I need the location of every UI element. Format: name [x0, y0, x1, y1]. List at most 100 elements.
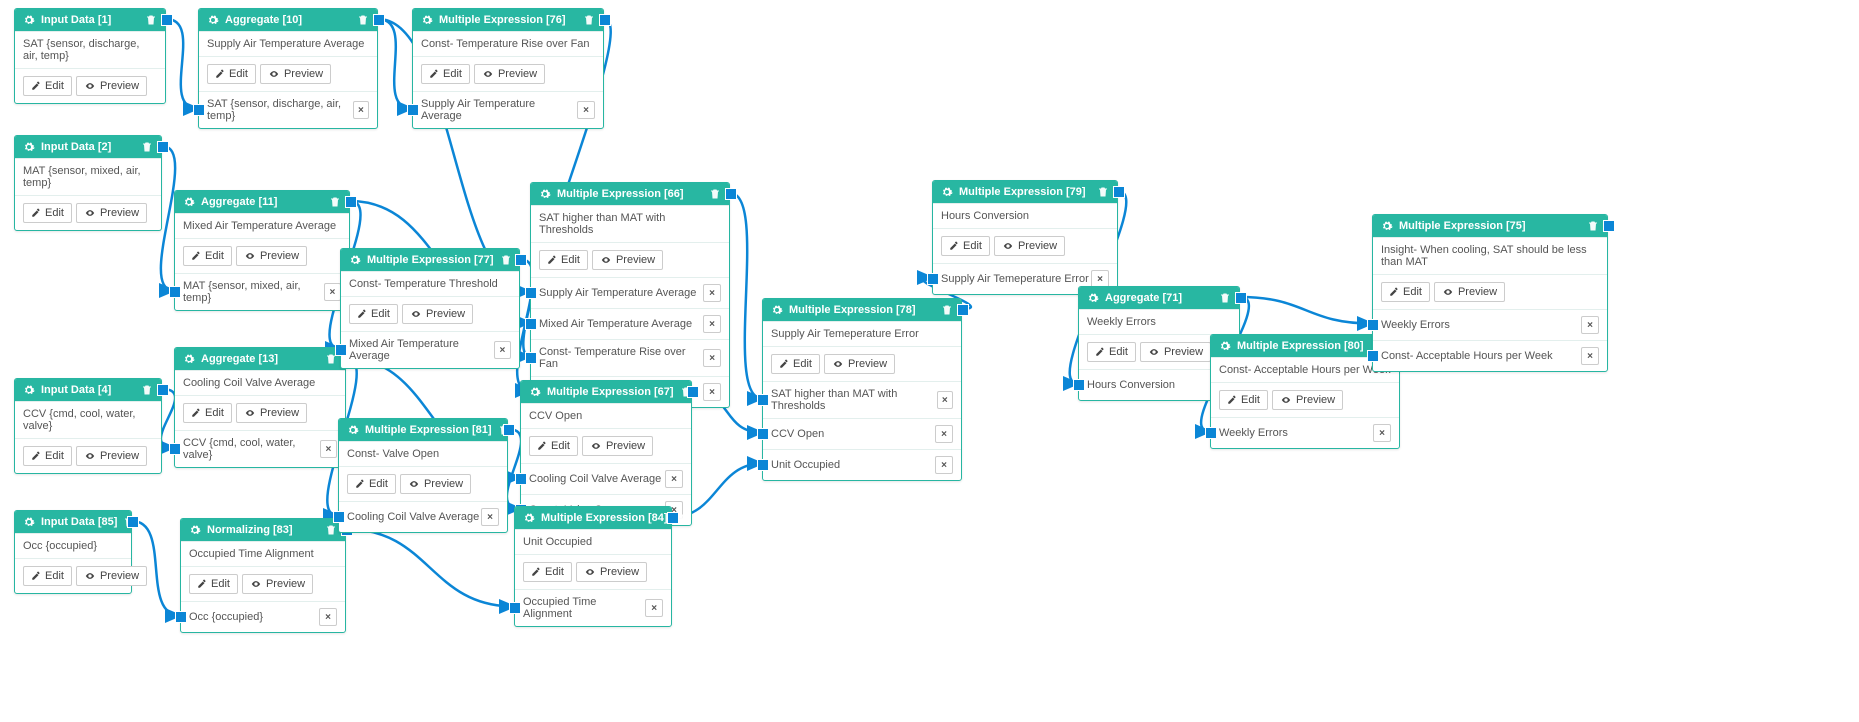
output-port[interactable] — [599, 14, 611, 26]
remove-input-button[interactable]: × — [320, 440, 337, 458]
remove-input-button[interactable]: × — [665, 470, 683, 488]
trash-icon[interactable] — [941, 304, 953, 316]
node-header[interactable]: Aggregate [71] — [1079, 287, 1239, 309]
trash-icon[interactable] — [145, 14, 157, 26]
output-port[interactable] — [157, 141, 169, 153]
preview-button[interactable]: Preview — [576, 562, 647, 582]
input-port[interactable] — [525, 352, 537, 364]
input-port[interactable] — [333, 511, 345, 523]
remove-input-button[interactable]: × — [324, 283, 341, 301]
input-port[interactable] — [193, 104, 205, 116]
node-11[interactable]: Aggregate [11]Mixed Air Temperature Aver… — [174, 190, 350, 311]
remove-input-button[interactable]: × — [703, 284, 721, 302]
input-port[interactable] — [169, 286, 181, 298]
trash-icon[interactable] — [500, 254, 512, 266]
remove-input-button[interactable]: × — [703, 349, 721, 367]
preview-button[interactable]: Preview — [582, 436, 653, 456]
preview-button[interactable]: Preview — [592, 250, 663, 270]
preview-button[interactable]: Preview — [76, 566, 147, 586]
node-77[interactable]: Multiple Expression [77]Const- Temperatu… — [340, 248, 520, 369]
edit-button[interactable]: Edit — [941, 236, 990, 256]
edit-button[interactable]: Edit — [183, 403, 232, 423]
node-4[interactable]: Input Data [4]CCV {cmd, cool, water, val… — [14, 378, 162, 474]
input-port[interactable] — [757, 428, 769, 440]
preview-button[interactable]: Preview — [76, 446, 147, 466]
edit-button[interactable]: Edit — [23, 446, 72, 466]
trash-icon[interactable] — [141, 384, 153, 396]
node-header[interactable]: Multiple Expression [75] — [1373, 215, 1607, 237]
remove-input-button[interactable]: × — [703, 315, 721, 333]
edit-button[interactable]: Edit — [349, 304, 398, 324]
trash-icon[interactable] — [709, 188, 721, 200]
node-75[interactable]: Multiple Expression [75]Insight- When co… — [1372, 214, 1608, 372]
trash-icon[interactable] — [141, 141, 153, 153]
preview-button[interactable]: Preview — [76, 203, 147, 223]
node-header[interactable]: Normalizing [83] — [181, 519, 345, 541]
trash-icon[interactable] — [583, 14, 595, 26]
output-port[interactable] — [157, 384, 169, 396]
preview-button[interactable]: Preview — [260, 64, 331, 84]
input-port[interactable] — [175, 611, 187, 623]
input-port[interactable] — [335, 344, 347, 356]
edit-button[interactable]: Edit — [529, 436, 578, 456]
output-port[interactable] — [1113, 186, 1125, 198]
edit-button[interactable]: Edit — [1381, 282, 1430, 302]
edit-button[interactable]: Edit — [771, 354, 820, 374]
trash-icon[interactable] — [1587, 220, 1599, 232]
node-66[interactable]: Multiple Expression [66]SAT higher than … — [530, 182, 730, 408]
node-header[interactable]: Multiple Expression [81] — [339, 419, 507, 441]
preview-button[interactable]: Preview — [1140, 342, 1211, 362]
remove-input-button[interactable]: × — [937, 391, 953, 409]
input-port[interactable] — [407, 104, 419, 116]
edit-button[interactable]: Edit — [1219, 390, 1268, 410]
node-header[interactable]: Multiple Expression [77] — [341, 249, 519, 271]
node-79[interactable]: Multiple Expression [79]Hours Conversion… — [932, 180, 1118, 295]
edit-button[interactable]: Edit — [23, 76, 72, 96]
output-port[interactable] — [1603, 220, 1615, 232]
preview-button[interactable]: Preview — [1272, 390, 1343, 410]
preview-button[interactable]: Preview — [1434, 282, 1505, 302]
input-port[interactable] — [757, 394, 769, 406]
edit-button[interactable]: Edit — [1087, 342, 1136, 362]
node-header[interactable]: Multiple Expression [78] — [763, 299, 961, 321]
edit-button[interactable]: Edit — [183, 246, 232, 266]
node-84[interactable]: Multiple Expression [84]Unit OccupiedEdi… — [514, 506, 672, 627]
input-port[interactable] — [1205, 427, 1217, 439]
node-2[interactable]: Input Data [2]MAT {sensor, mixed, air, t… — [14, 135, 162, 231]
edit-button[interactable]: Edit — [347, 474, 396, 494]
output-port[interactable] — [503, 424, 515, 436]
node-header[interactable]: Input Data [85] — [15, 511, 131, 533]
remove-input-button[interactable]: × — [935, 425, 953, 443]
trash-icon[interactable] — [357, 14, 369, 26]
node-header[interactable]: Aggregate [10] — [199, 9, 377, 31]
node-78[interactable]: Multiple Expression [78]Supply Air Temep… — [762, 298, 962, 481]
remove-input-button[interactable]: × — [494, 341, 511, 359]
input-port[interactable] — [525, 318, 537, 330]
output-port[interactable] — [515, 254, 527, 266]
preview-button[interactable]: Preview — [236, 246, 307, 266]
node-header[interactable]: Multiple Expression [79] — [933, 181, 1117, 203]
remove-input-button[interactable]: × — [353, 101, 369, 119]
output-port[interactable] — [957, 304, 969, 316]
trash-icon[interactable] — [325, 524, 337, 536]
remove-input-button[interactable]: × — [935, 456, 953, 474]
remove-input-button[interactable]: × — [481, 508, 499, 526]
input-port[interactable] — [757, 459, 769, 471]
preview-button[interactable]: Preview — [402, 304, 473, 324]
remove-input-button[interactable]: × — [1581, 347, 1599, 365]
flow-canvas[interactable]: Input Data [1]SAT {sensor, discharge, ai… — [0, 0, 1859, 722]
preview-button[interactable]: Preview — [400, 474, 471, 494]
node-85[interactable]: Input Data [85]Occ {occupied}EditPreview — [14, 510, 132, 594]
remove-input-button[interactable]: × — [1581, 316, 1599, 334]
edit-button[interactable]: Edit — [23, 203, 72, 223]
node-10[interactable]: Aggregate [10]Supply Air Temperature Ave… — [198, 8, 378, 129]
edit-button[interactable]: Edit — [539, 250, 588, 270]
trash-icon[interactable] — [329, 196, 341, 208]
node-header[interactable]: Aggregate [13] — [175, 348, 345, 370]
input-port[interactable] — [509, 602, 521, 614]
trash-icon[interactable] — [1219, 292, 1231, 304]
output-port[interactable] — [667, 512, 679, 524]
output-port[interactable] — [725, 188, 737, 200]
preview-button[interactable]: Preview — [824, 354, 895, 374]
remove-input-button[interactable]: × — [577, 101, 595, 119]
